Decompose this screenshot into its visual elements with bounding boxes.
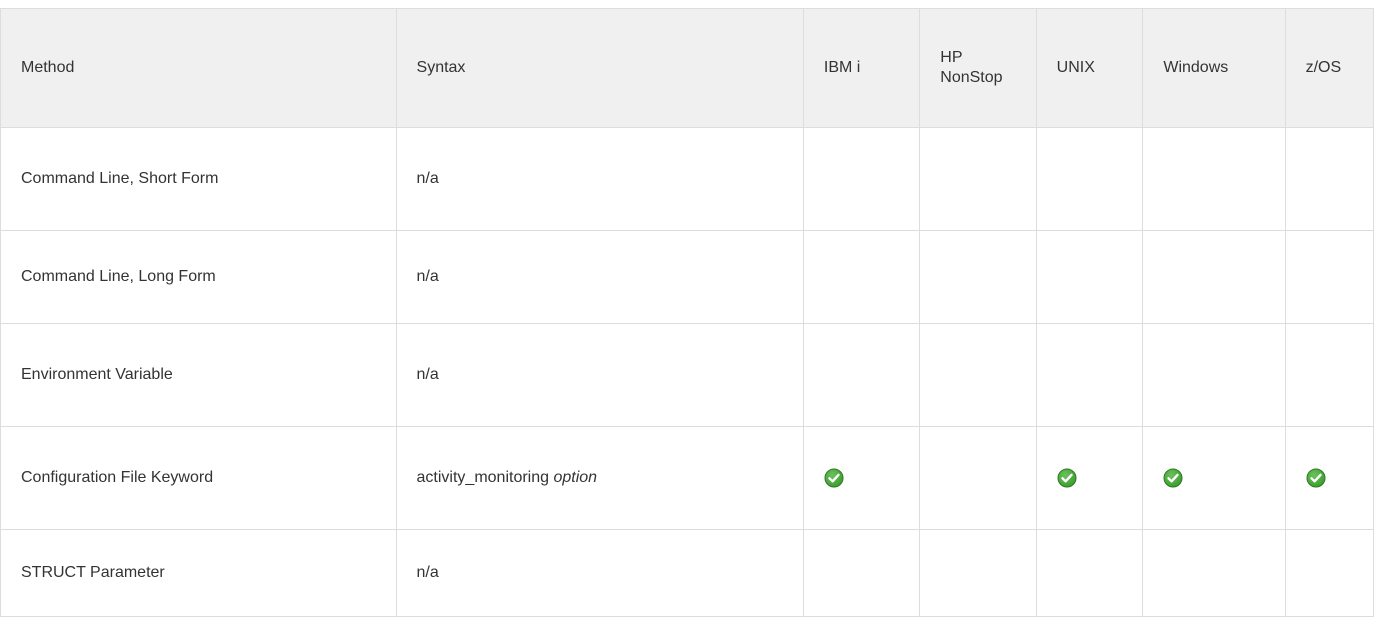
- header-hp-nonstop-line1: HP: [940, 49, 963, 66]
- cell-ibm-i: [802, 529, 921, 617]
- header-unix: UNIX: [1035, 8, 1144, 128]
- cell-unix: [1035, 323, 1144, 427]
- table-row: Command Line, Short Form n/a: [0, 127, 1374, 231]
- cell-hp-nonstop: [919, 323, 1037, 427]
- cell-windows: [1142, 323, 1286, 427]
- header-zos: z/OS: [1284, 8, 1374, 128]
- cell-ibm-i: [802, 426, 921, 530]
- header-windows: Windows: [1142, 8, 1286, 128]
- header-hp-nonstop-line2: NonStop: [940, 69, 1003, 86]
- header-ibm-i: IBM i: [802, 8, 921, 128]
- cell-method: Environment Variable: [0, 323, 397, 427]
- cell-method: STRUCT Parameter: [0, 529, 397, 617]
- header-syntax: Syntax: [395, 8, 804, 128]
- cell-method: Command Line, Short Form: [0, 127, 397, 231]
- cell-hp-nonstop: [919, 426, 1037, 530]
- cell-hp-nonstop: [919, 230, 1037, 324]
- cell-windows: [1142, 230, 1286, 324]
- check-circle-icon: [824, 468, 844, 488]
- cell-zos: [1284, 230, 1374, 324]
- cell-syntax: n/a: [395, 127, 804, 231]
- cell-unix: [1035, 529, 1144, 617]
- cell-syntax: n/a: [395, 230, 804, 324]
- table-row: Command Line, Long Form n/a: [0, 230, 1374, 324]
- cell-windows: [1142, 426, 1286, 530]
- table-row: STRUCT Parameter n/a: [0, 529, 1374, 617]
- cell-hp-nonstop: [919, 529, 1037, 617]
- cell-windows: [1142, 127, 1286, 231]
- cell-ibm-i: [802, 230, 921, 324]
- syntax-option: option: [553, 469, 598, 486]
- cell-syntax: activity_monitoring option: [395, 426, 804, 530]
- check-circle-icon: [1163, 468, 1183, 488]
- check-circle-icon: [1057, 468, 1077, 488]
- table-header-row: Method Syntax IBM i HP NonStop UNIX Windo…: [0, 8, 1374, 128]
- header-hp-nonstop: HP NonStop: [919, 8, 1037, 128]
- parameter-methods-table: Method Syntax IBM i HP NonStop UNIX Windo…: [0, 8, 1374, 617]
- cell-zos: [1284, 323, 1374, 427]
- cell-method: Command Line, Long Form: [0, 230, 397, 324]
- cell-syntax: n/a: [395, 529, 804, 617]
- cell-zos: [1284, 529, 1374, 617]
- cell-method: Configuration File Keyword: [0, 426, 397, 530]
- cell-zos: [1284, 426, 1374, 530]
- cell-ibm-i: [802, 127, 921, 231]
- cell-ibm-i: [802, 323, 921, 427]
- cell-unix: [1035, 426, 1144, 530]
- header-method: Method: [0, 8, 397, 128]
- table-row: Configuration File Keyword activity_moni…: [0, 426, 1374, 530]
- check-circle-icon: [1306, 468, 1326, 488]
- cell-unix: [1035, 127, 1144, 231]
- syntax-keyword: activity_monitoring: [416, 469, 550, 486]
- cell-zos: [1284, 127, 1374, 231]
- cell-syntax: n/a: [395, 323, 804, 427]
- cell-windows: [1142, 529, 1286, 617]
- cell-hp-nonstop: [919, 127, 1037, 231]
- cell-unix: [1035, 230, 1144, 324]
- table-row: Environment Variable n/a: [0, 323, 1374, 427]
